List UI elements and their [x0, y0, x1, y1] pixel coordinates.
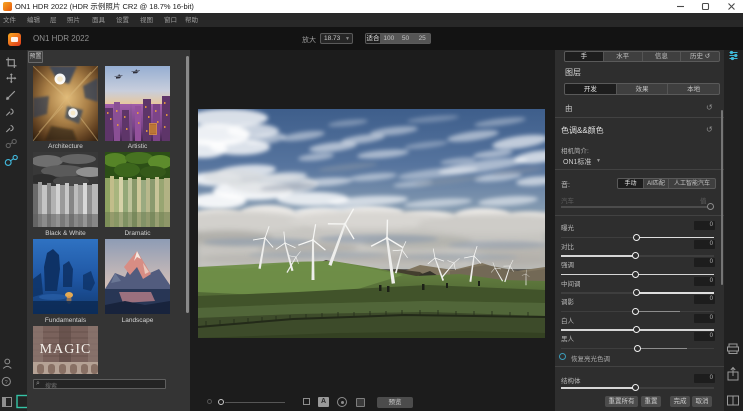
svg-text:MAGIC: MAGIC — [40, 342, 92, 357]
svg-text:?: ? — [5, 380, 8, 386]
